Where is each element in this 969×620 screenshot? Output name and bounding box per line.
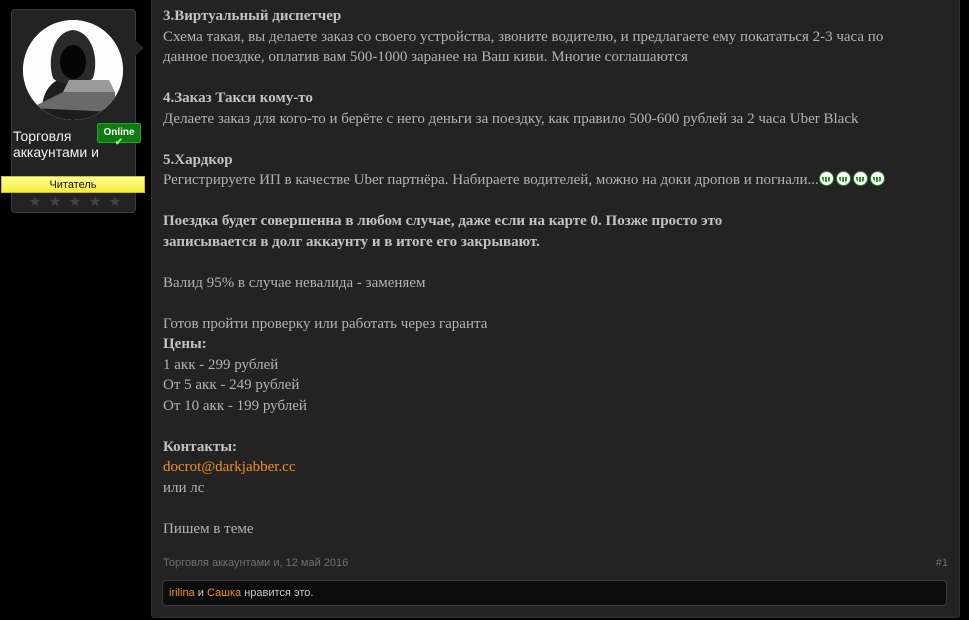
message-heading: 4.Заказ Такси кому-то [163, 88, 948, 109]
message-line: Пишем в теме [163, 520, 254, 537]
like-user-link[interactable]: Сашка [207, 587, 241, 599]
message-line: 1 акк - 299 рублей [163, 356, 279, 373]
message-heading-text: 4.Заказ Такси кому-то [163, 90, 313, 106]
star-icon: ★ [88, 195, 102, 210]
likes-summary: irilina и Сашка нравится это. [162, 580, 947, 606]
grin-smiley-icon [818, 171, 834, 186]
contact-email-link[interactable]: docrot@darkjabber.cc [163, 459, 296, 475]
rating-stars: ★ ★ ★ ★ ★ [27, 196, 127, 210]
post-author-date[interactable]: Торговля аккаунтами и, 12 май 2016 [163, 557, 348, 569]
message-line-text: Регистрируете ИП в качестве Uber партнёр… [163, 172, 819, 188]
star-icon: ★ [28, 195, 42, 210]
likes-suffix: нравится это. [244, 587, 314, 599]
post-meta: Торговля аккаунтами и, 12 май 2016 #1 [163, 557, 948, 571]
message-heading-text: записывается в долг аккаунту и в итоге е… [163, 233, 540, 250]
grin-smiley-icon [835, 171, 851, 186]
message-heading-text: Контакты: [163, 438, 238, 455]
online-status-badge: Online ✔ [97, 123, 141, 148]
post-container: 3.Виртуальный диспетчер Схема такая, вы д… [151, 0, 960, 618]
message-heading-text: Поездка будет совершенна в любом случае,… [163, 213, 723, 229]
message-line: Схема такая, вы делаете заказ со своего … [163, 28, 884, 45]
message-heading: Поездка будет совершенна в любом случае,… [163, 211, 948, 232]
message-line: Регистрируете ИП в качестве Uber партнёр… [163, 170, 948, 191]
message-heading: Цены: [163, 334, 948, 355]
hooded-hacker-avatar-icon [23, 20, 123, 120]
message-heading: Контакты: [163, 437, 948, 458]
message-heading-text: 3.Виртуальный диспетчер [163, 8, 342, 24]
message-line: Валид 95% в случае невалида - заменяем [163, 274, 426, 291]
star-icon: ★ [108, 195, 122, 210]
message-heading: записывается в долг аккаунту и в итоге е… [163, 232, 948, 253]
checkmark-icon: ✔ [114, 137, 124, 148]
message-line: От 10 акк - 199 рублей [163, 397, 307, 414]
message-heading: 5.Хардкор [163, 150, 948, 171]
post-permalink[interactable]: #1 [936, 557, 948, 569]
grin-smiley-icon [869, 171, 885, 186]
message-heading-text: 5.Хардкор [163, 151, 233, 168]
post-message-body: 3.Виртуальный диспетчер Схема такая, вы д… [163, 6, 948, 539]
message-heading: 3.Виртуальный диспетчер [163, 6, 948, 27]
message-heading-text: Цены: [163, 336, 207, 352]
like-user-link[interactable]: irilina [169, 587, 195, 599]
username[interactable]: Торговля аккаунтами и [13, 128, 103, 160]
message-line: Делаете заказ для кого-то и берёте с нег… [163, 110, 859, 127]
user-role-banner: Читатель [1, 176, 145, 193]
avatar[interactable] [23, 20, 123, 120]
star-icon: ★ [68, 195, 82, 210]
message-line: docrot@darkjabber.cc [163, 457, 948, 478]
likes-conjunction: и [197, 587, 204, 599]
smiley-group [818, 171, 885, 186]
message-line: От 5 акк - 249 рублей [163, 377, 300, 393]
grin-smiley-icon [852, 171, 868, 186]
user-card: Торговля аккаунтами и Online ✔ Читатель … [1, 9, 145, 213]
message-line: данное поездке, оплатив вам 500-1000 зар… [163, 49, 688, 65]
message-line: Готов пройти проверку или работать через… [163, 315, 488, 332]
star-icon: ★ [48, 195, 62, 210]
message-line: или лс [163, 479, 205, 496]
